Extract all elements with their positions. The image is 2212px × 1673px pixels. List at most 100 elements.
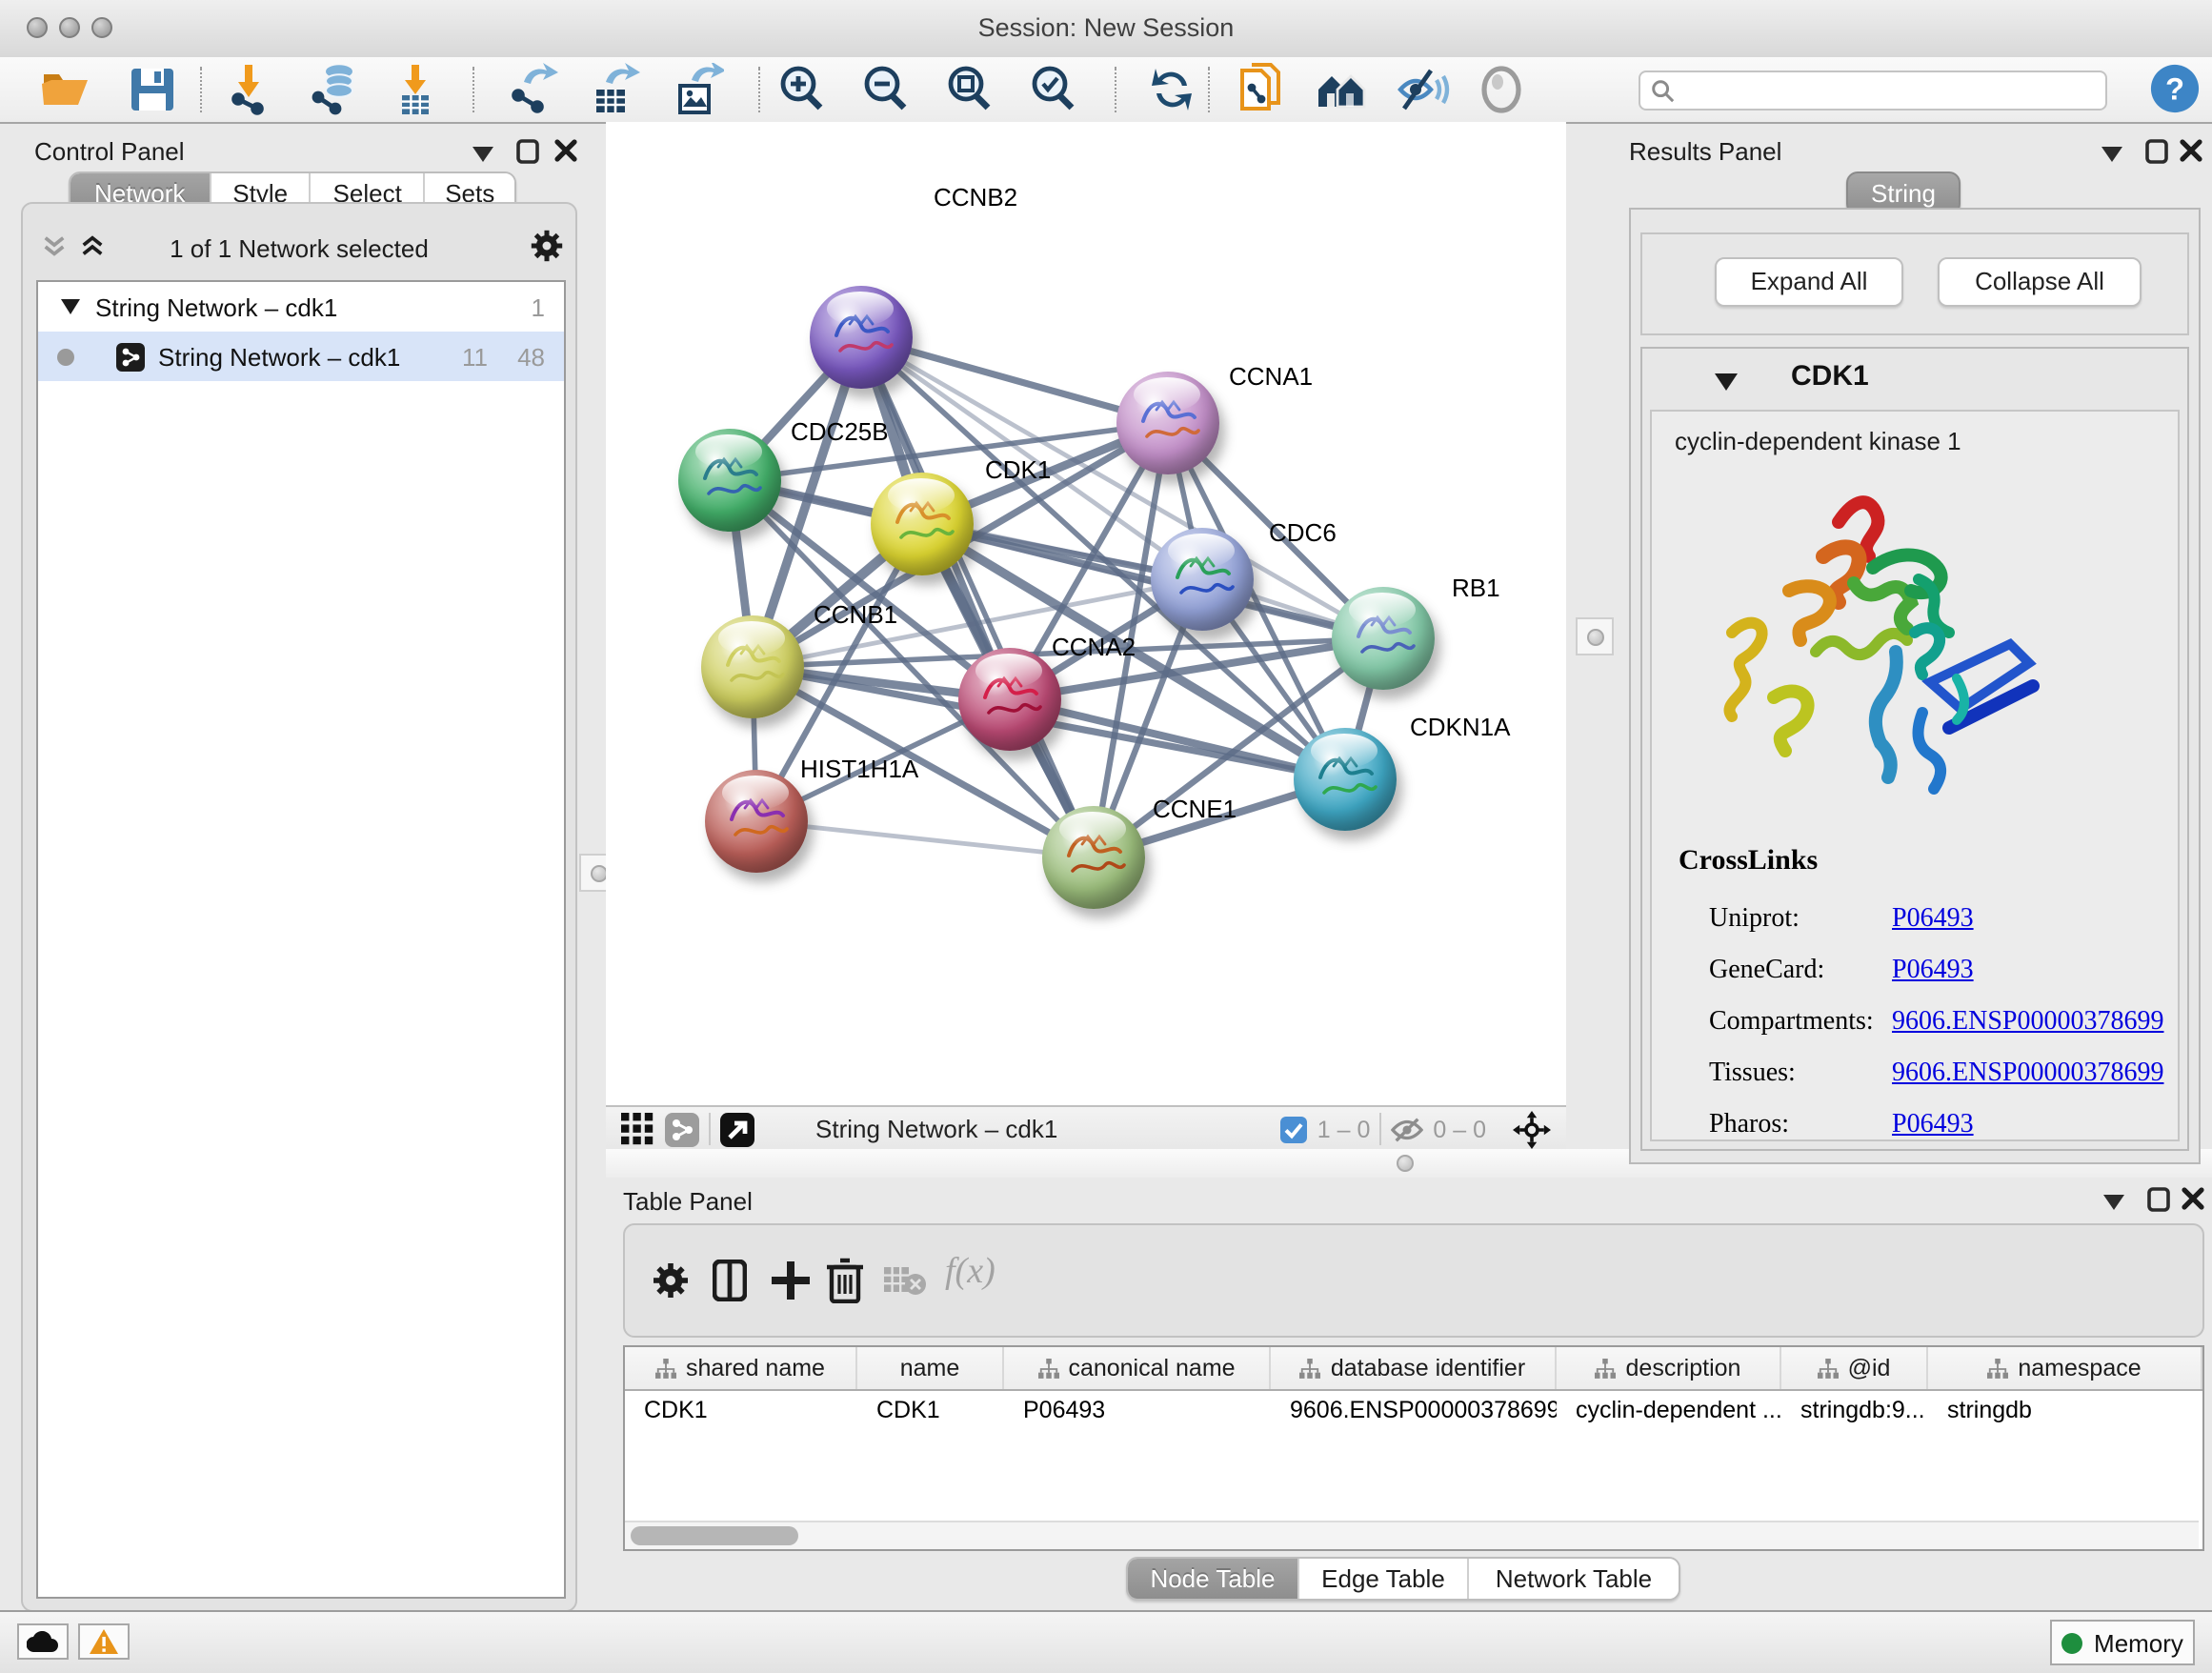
table-cell[interactable]: stringdb:9... bbox=[1781, 1391, 1928, 1433]
column-header-namespace[interactable]: namespace bbox=[1928, 1347, 2202, 1389]
table-cell[interactable]: stringdb bbox=[1928, 1391, 2202, 1433]
table-hscrollbar-thumb[interactable] bbox=[631, 1526, 798, 1545]
panel-menu-icon[interactable] bbox=[2101, 147, 2122, 162]
add-column-icon[interactable] bbox=[770, 1260, 812, 1301]
network-node-cdc6[interactable] bbox=[1151, 528, 1254, 631]
column-header-description[interactable]: description bbox=[1557, 1347, 1781, 1389]
search-input[interactable] bbox=[1675, 75, 2105, 106]
network-node-ccna1[interactable] bbox=[1116, 372, 1219, 474]
table-cell[interactable]: 9606.ENSP00000378699 bbox=[1271, 1391, 1557, 1433]
tree-expander-icon[interactable] bbox=[61, 299, 80, 314]
close-panel-icon[interactable] bbox=[2182, 1187, 2204, 1210]
float-panel-icon[interactable] bbox=[2147, 1187, 2170, 1212]
network-node-ccnb2[interactable] bbox=[810, 286, 913, 389]
panel-menu-icon[interactable] bbox=[2103, 1195, 2124, 1210]
network-view-toolbar: String Network – cdk1 1 – 0 0 – 0 bbox=[606, 1105, 1566, 1153]
tab-network-table[interactable]: Network Table bbox=[1467, 1559, 1679, 1599]
column-type-tree-icon bbox=[1037, 1358, 1058, 1379]
network-node-hist1h1a[interactable] bbox=[705, 770, 808, 873]
column-header--id[interactable]: @id bbox=[1781, 1347, 1928, 1389]
import-table-icon[interactable] bbox=[389, 63, 442, 116]
refresh-icon[interactable] bbox=[1145, 63, 1198, 116]
section-expander-icon[interactable] bbox=[1715, 373, 1738, 391]
save-session-icon[interactable] bbox=[126, 63, 179, 116]
pan-crosshair-icon[interactable] bbox=[1513, 1110, 1551, 1148]
memory-button[interactable]: Memory bbox=[2050, 1620, 2195, 1665]
protein-structure-image bbox=[1690, 469, 2071, 831]
selected-checkbox-icon[interactable] bbox=[1281, 1116, 1308, 1142]
table-row[interactable]: CDK1CDK1P064939606.ENSP00000378699cyclin… bbox=[625, 1391, 2202, 1433]
export-table-icon[interactable] bbox=[587, 63, 640, 116]
gear-icon[interactable] bbox=[530, 229, 564, 263]
crosslink-tissues[interactable]: 9606.ENSP00000378699 bbox=[1892, 1059, 2163, 1088]
memory-status-icon bbox=[2061, 1632, 2082, 1653]
show-eye-icon[interactable] bbox=[1475, 63, 1528, 116]
network-view-canvas[interactable]: CCNB2 CCNA1 CDC25B CDK1 CDC6 bbox=[606, 122, 1566, 1105]
close-panel-icon[interactable] bbox=[554, 139, 577, 162]
crosslink-compartments[interactable]: 9606.ENSP00000378699 bbox=[1892, 1008, 2163, 1037]
search-field[interactable] bbox=[1639, 71, 2107, 111]
node-label-cdc25b: CDC25B bbox=[791, 417, 889, 446]
column-header-canonical-name[interactable]: canonical name bbox=[1004, 1347, 1271, 1389]
network-node-ccna2[interactable] bbox=[958, 648, 1061, 751]
collapse-all-button[interactable]: Collapse All bbox=[1938, 257, 2142, 307]
hide-panel-eye-icon[interactable] bbox=[1397, 63, 1450, 116]
string-network-badge-icon bbox=[116, 342, 145, 371]
string-overlay-icon[interactable] bbox=[665, 1112, 699, 1146]
gear-icon[interactable] bbox=[652, 1261, 690, 1300]
zoom-fit-icon[interactable] bbox=[943, 63, 996, 116]
table-tabs: Node Table Edge Table Network Table bbox=[1126, 1557, 1680, 1601]
home-icon[interactable] bbox=[1315, 63, 1368, 116]
tab-node-table[interactable]: Node Table bbox=[1128, 1559, 1297, 1599]
crosslink-uniprot[interactable]: P06493 bbox=[1892, 905, 1974, 934]
open-session-icon[interactable] bbox=[38, 63, 91, 116]
cloud-button[interactable] bbox=[17, 1623, 69, 1660]
zoom-in-icon[interactable] bbox=[775, 63, 829, 116]
zoom-out-icon[interactable] bbox=[859, 63, 913, 116]
crosslink-genecard[interactable]: P06493 bbox=[1892, 957, 1974, 985]
export-image-icon[interactable] bbox=[671, 63, 724, 116]
network-collection-row[interactable]: String Network – cdk1 1 bbox=[38, 282, 564, 332]
warning-button[interactable] bbox=[78, 1623, 130, 1660]
tab-edge-table[interactable]: Edge Table bbox=[1297, 1559, 1467, 1599]
network-node-ccnb1[interactable] bbox=[701, 615, 804, 718]
node-label-ccna2: CCNA2 bbox=[1052, 633, 1136, 661]
expand-all-button[interactable]: Expand All bbox=[1715, 257, 1903, 307]
delete-column-icon[interactable] bbox=[827, 1258, 863, 1303]
table-cell[interactable]: cyclin-dependent ... bbox=[1557, 1391, 1781, 1433]
network-node-cdc25b[interactable] bbox=[678, 429, 781, 532]
close-panel-icon[interactable] bbox=[2180, 139, 2202, 162]
node-count: 11 bbox=[462, 342, 488, 371]
string-document-icon[interactable] bbox=[1235, 63, 1288, 116]
network-node-cdk1[interactable] bbox=[871, 473, 974, 575]
table-cell[interactable]: CDK1 bbox=[625, 1391, 857, 1433]
import-database-icon[interactable] bbox=[307, 63, 360, 116]
right-splitter-handle[interactable] bbox=[1576, 617, 1614, 655]
column-header-name[interactable]: name bbox=[857, 1347, 1004, 1389]
zoom-selected-icon[interactable] bbox=[1027, 63, 1080, 116]
open-in-window-icon[interactable] bbox=[720, 1112, 754, 1146]
birdseye-grid-icon[interactable] bbox=[621, 1113, 654, 1145]
crosslink-pharos[interactable]: P06493 bbox=[1892, 1111, 1974, 1139]
network-row-selected[interactable]: String Network – cdk1 11 48 bbox=[38, 332, 564, 381]
network-node-rb1[interactable] bbox=[1332, 587, 1435, 690]
import-network-icon[interactable] bbox=[223, 63, 276, 116]
column-header-database-identifier[interactable]: database identifier bbox=[1271, 1347, 1557, 1389]
help-icon[interactable]: ? bbox=[2149, 63, 2201, 114]
float-panel-icon[interactable] bbox=[2145, 139, 2168, 164]
table-cell[interactable]: CDK1 bbox=[857, 1391, 1004, 1433]
table-hscrollbar[interactable] bbox=[625, 1521, 2199, 1549]
column-header-shared-name[interactable]: shared name bbox=[625, 1347, 857, 1389]
network-node-ccne1[interactable] bbox=[1042, 806, 1145, 909]
network-tab-content: 1 of 1 Network selected String Network –… bbox=[21, 202, 577, 1612]
splitter-dot-icon[interactable] bbox=[1397, 1155, 1414, 1172]
network-node-cdkn1a[interactable] bbox=[1294, 728, 1397, 831]
panel-menu-icon[interactable] bbox=[473, 147, 493, 162]
show-columns-icon[interactable] bbox=[713, 1260, 747, 1301]
string-results-container: Expand All Collapse All CDK1 cyclin-depe… bbox=[1629, 208, 2201, 1164]
crosslink-row: Tissues:9606.ENSP00000378699 bbox=[1709, 1048, 2178, 1099]
control-panel: Control Panel Network Style Select Sets … bbox=[15, 122, 583, 1610]
table-cell[interactable]: P06493 bbox=[1004, 1391, 1271, 1433]
float-panel-icon[interactable] bbox=[516, 139, 539, 164]
export-network-icon[interactable] bbox=[505, 63, 558, 116]
